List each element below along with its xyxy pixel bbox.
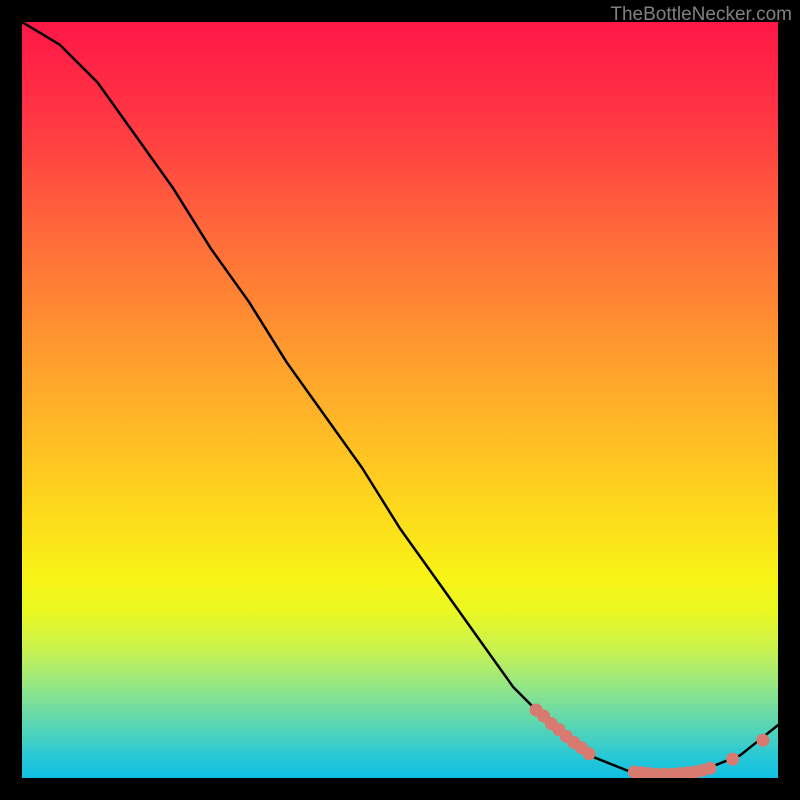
watermark-text: TheBottleNecker.com xyxy=(610,4,792,26)
chart-svg xyxy=(22,22,778,778)
highlighted-points xyxy=(530,704,770,779)
curve-line xyxy=(22,22,778,774)
chart-plot-area xyxy=(22,22,778,778)
